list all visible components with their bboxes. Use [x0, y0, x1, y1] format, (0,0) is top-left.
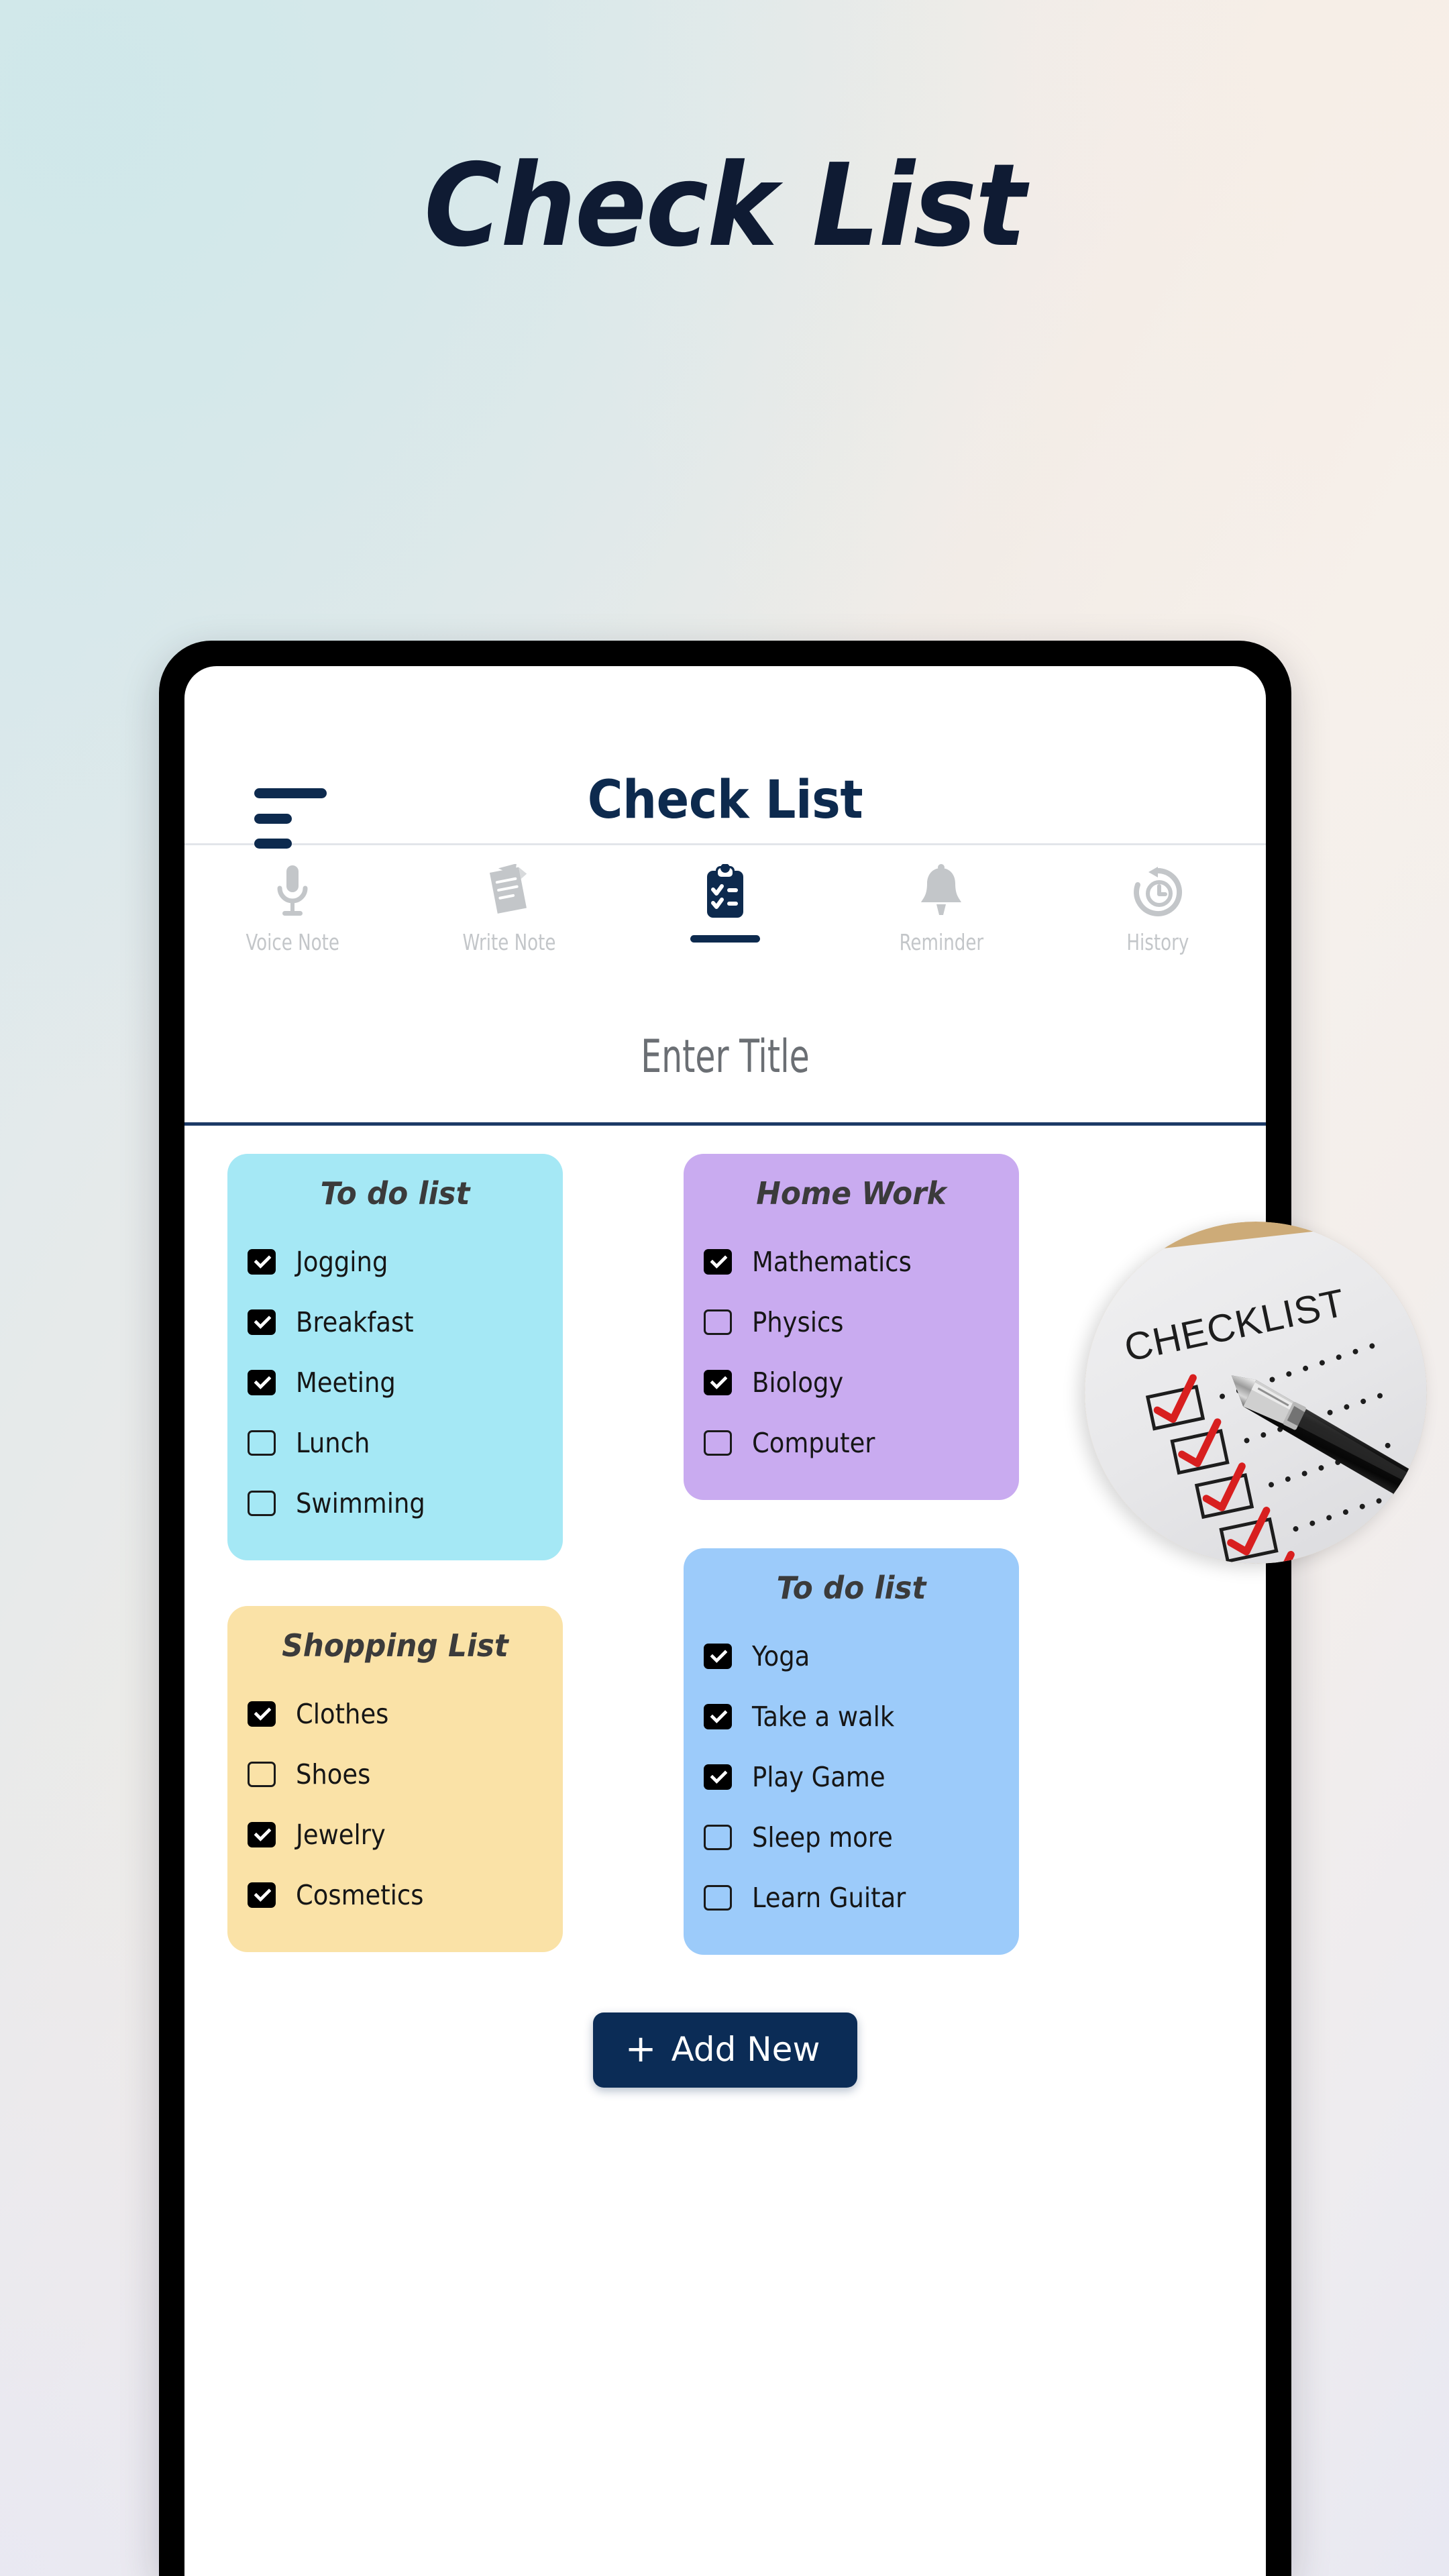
checkbox-checked[interactable] — [248, 1882, 276, 1908]
list-item-label: Learn Guitar — [752, 1882, 906, 1914]
card-title: Home Work — [756, 1175, 947, 1212]
list-item[interactable]: Shoes — [248, 1744, 543, 1805]
list-item-label: Lunch — [296, 1427, 370, 1459]
list-item-label: Breakfast — [296, 1306, 414, 1338]
tab-bar: Voice Note Write Note Reminder History — [184, 845, 1266, 998]
checklist-card[interactable]: To do list Jogging Breakfast Meeting Lun… — [227, 1154, 563, 1560]
checkbox-checked[interactable] — [248, 1249, 276, 1275]
list-item[interactable]: Play Game — [704, 1747, 999, 1807]
hero-title: Check List — [424, 140, 1026, 272]
card-title: To do list — [776, 1570, 926, 1606]
list-item[interactable]: Jogging — [248, 1232, 543, 1292]
list-item[interactable]: Clothes — [248, 1684, 543, 1744]
list-item-label: Physics — [752, 1306, 844, 1338]
checkbox-unchecked[interactable] — [248, 1762, 276, 1787]
list-item[interactable]: Learn Guitar — [704, 1868, 999, 1928]
board-column-left: To do list Jogging Breakfast Meeting Lun… — [227, 1154, 563, 1955]
checkbox-unchecked[interactable] — [248, 1491, 276, 1516]
list-item-label: Meeting — [296, 1366, 396, 1399]
list-item-label: Mathematics — [752, 1246, 912, 1278]
clock-history-icon — [1131, 864, 1185, 920]
list-item[interactable]: Sleep more — [704, 1807, 999, 1868]
list-item[interactable]: Jewelry — [248, 1805, 543, 1865]
board-column-right: Home Work Mathematics Physics Biology Co… — [684, 1154, 1019, 1955]
checkbox-checked[interactable] — [248, 1701, 276, 1727]
checkbox-checked[interactable] — [248, 1309, 276, 1335]
list-item-label: Computer — [752, 1427, 875, 1459]
add-new-wrapper: + Add New — [184, 2012, 1266, 2088]
tab-label-write-note: Write Note — [462, 929, 556, 955]
note-pencil-icon — [483, 864, 535, 920]
checklist-photo: CHECKLIST — [1085, 1222, 1427, 1564]
checkbox-unchecked[interactable] — [248, 1430, 276, 1456]
list-item-label: Cosmetics — [296, 1879, 424, 1911]
list-item[interactable]: Yoga — [704, 1626, 999, 1686]
list-item-label: Swimming — [296, 1487, 425, 1519]
list-item-label: Play Game — [752, 1761, 885, 1793]
checkbox-checked[interactable] — [248, 1370, 276, 1395]
checklist-card[interactable]: Home Work Mathematics Physics Biology Co… — [684, 1154, 1019, 1500]
list-item[interactable]: Breakfast — [248, 1292, 543, 1352]
list-item-label: Jogging — [296, 1246, 388, 1278]
tab-history[interactable]: History — [1050, 864, 1266, 955]
tab-checklist[interactable] — [617, 864, 833, 943]
tab-voice-note[interactable]: Voice Note — [184, 864, 400, 955]
checklist-card[interactable]: To do list Yoga Take a walk Play Game Sl… — [684, 1548, 1019, 1955]
add-new-label: Add New — [671, 2030, 820, 2069]
checkbox-unchecked[interactable] — [704, 1825, 732, 1850]
list-item[interactable]: Take a walk — [704, 1686, 999, 1747]
list-item[interactable]: Meeting — [248, 1352, 543, 1413]
list-item[interactable]: Computer — [704, 1413, 999, 1473]
card-title: Shopping List — [282, 1627, 508, 1664]
tab-write-note[interactable]: Write Note — [400, 864, 616, 955]
checkbox-checked[interactable] — [704, 1370, 732, 1395]
phone-screen: Check List Voice Note Write Note Reminde… — [184, 666, 1266, 2576]
checkbox-checked[interactable] — [248, 1822, 276, 1847]
checkbox-unchecked[interactable] — [704, 1309, 732, 1335]
tab-label-reminder: Reminder — [899, 929, 984, 955]
list-item-label: Clothes — [296, 1698, 389, 1730]
list-item-label: Sleep more — [752, 1821, 893, 1854]
title-input-placeholder: Enter Title — [641, 1030, 810, 1083]
app-bar: Check List — [184, 666, 1266, 849]
list-item-label: Shoes — [296, 1758, 371, 1790]
list-item[interactable]: Lunch — [248, 1413, 543, 1473]
microphone-icon — [272, 864, 313, 920]
list-item-label: Yoga — [752, 1640, 810, 1672]
checkbox-checked[interactable] — [704, 1644, 732, 1669]
plus-icon: + — [625, 2027, 657, 2071]
checkbox-checked[interactable] — [704, 1764, 732, 1790]
list-item[interactable]: Physics — [704, 1292, 999, 1352]
checkbox-checked[interactable] — [704, 1704, 732, 1729]
checklist-board: To do list Jogging Breakfast Meeting Lun… — [184, 1126, 1266, 1955]
list-item[interactable]: Swimming — [248, 1473, 543, 1534]
list-item[interactable]: Biology — [704, 1352, 999, 1413]
bell-icon — [917, 864, 965, 920]
checklist-card[interactable]: Shopping List Clothes Shoes Jewelry Cosm… — [227, 1606, 563, 1952]
app-bar-title: Check List — [587, 770, 863, 830]
tab-label-voice-note: Voice Note — [246, 929, 339, 955]
tab-label-history: History — [1126, 929, 1189, 955]
list-item-label: Biology — [752, 1366, 844, 1399]
add-new-button[interactable]: + Add New — [592, 2012, 858, 2088]
list-item-label: Jewelry — [296, 1819, 386, 1851]
checkbox-unchecked[interactable] — [704, 1885, 732, 1911]
card-title: To do list — [320, 1175, 470, 1212]
title-input-wrapper[interactable]: Enter Title — [184, 998, 1266, 1126]
tab-active-underline — [690, 935, 761, 943]
checkbox-checked[interactable] — [704, 1249, 732, 1275]
tab-reminder[interactable]: Reminder — [833, 864, 1049, 955]
list-item-label: Take a walk — [752, 1701, 895, 1733]
phone-mockup-frame: Check List Voice Note Write Note Reminde… — [159, 641, 1427, 2576]
list-item[interactable]: Mathematics — [704, 1232, 999, 1292]
checkbox-unchecked[interactable] — [704, 1430, 732, 1456]
clipboard-checklist-icon — [703, 864, 747, 920]
list-item[interactable]: Cosmetics — [248, 1865, 543, 1925]
